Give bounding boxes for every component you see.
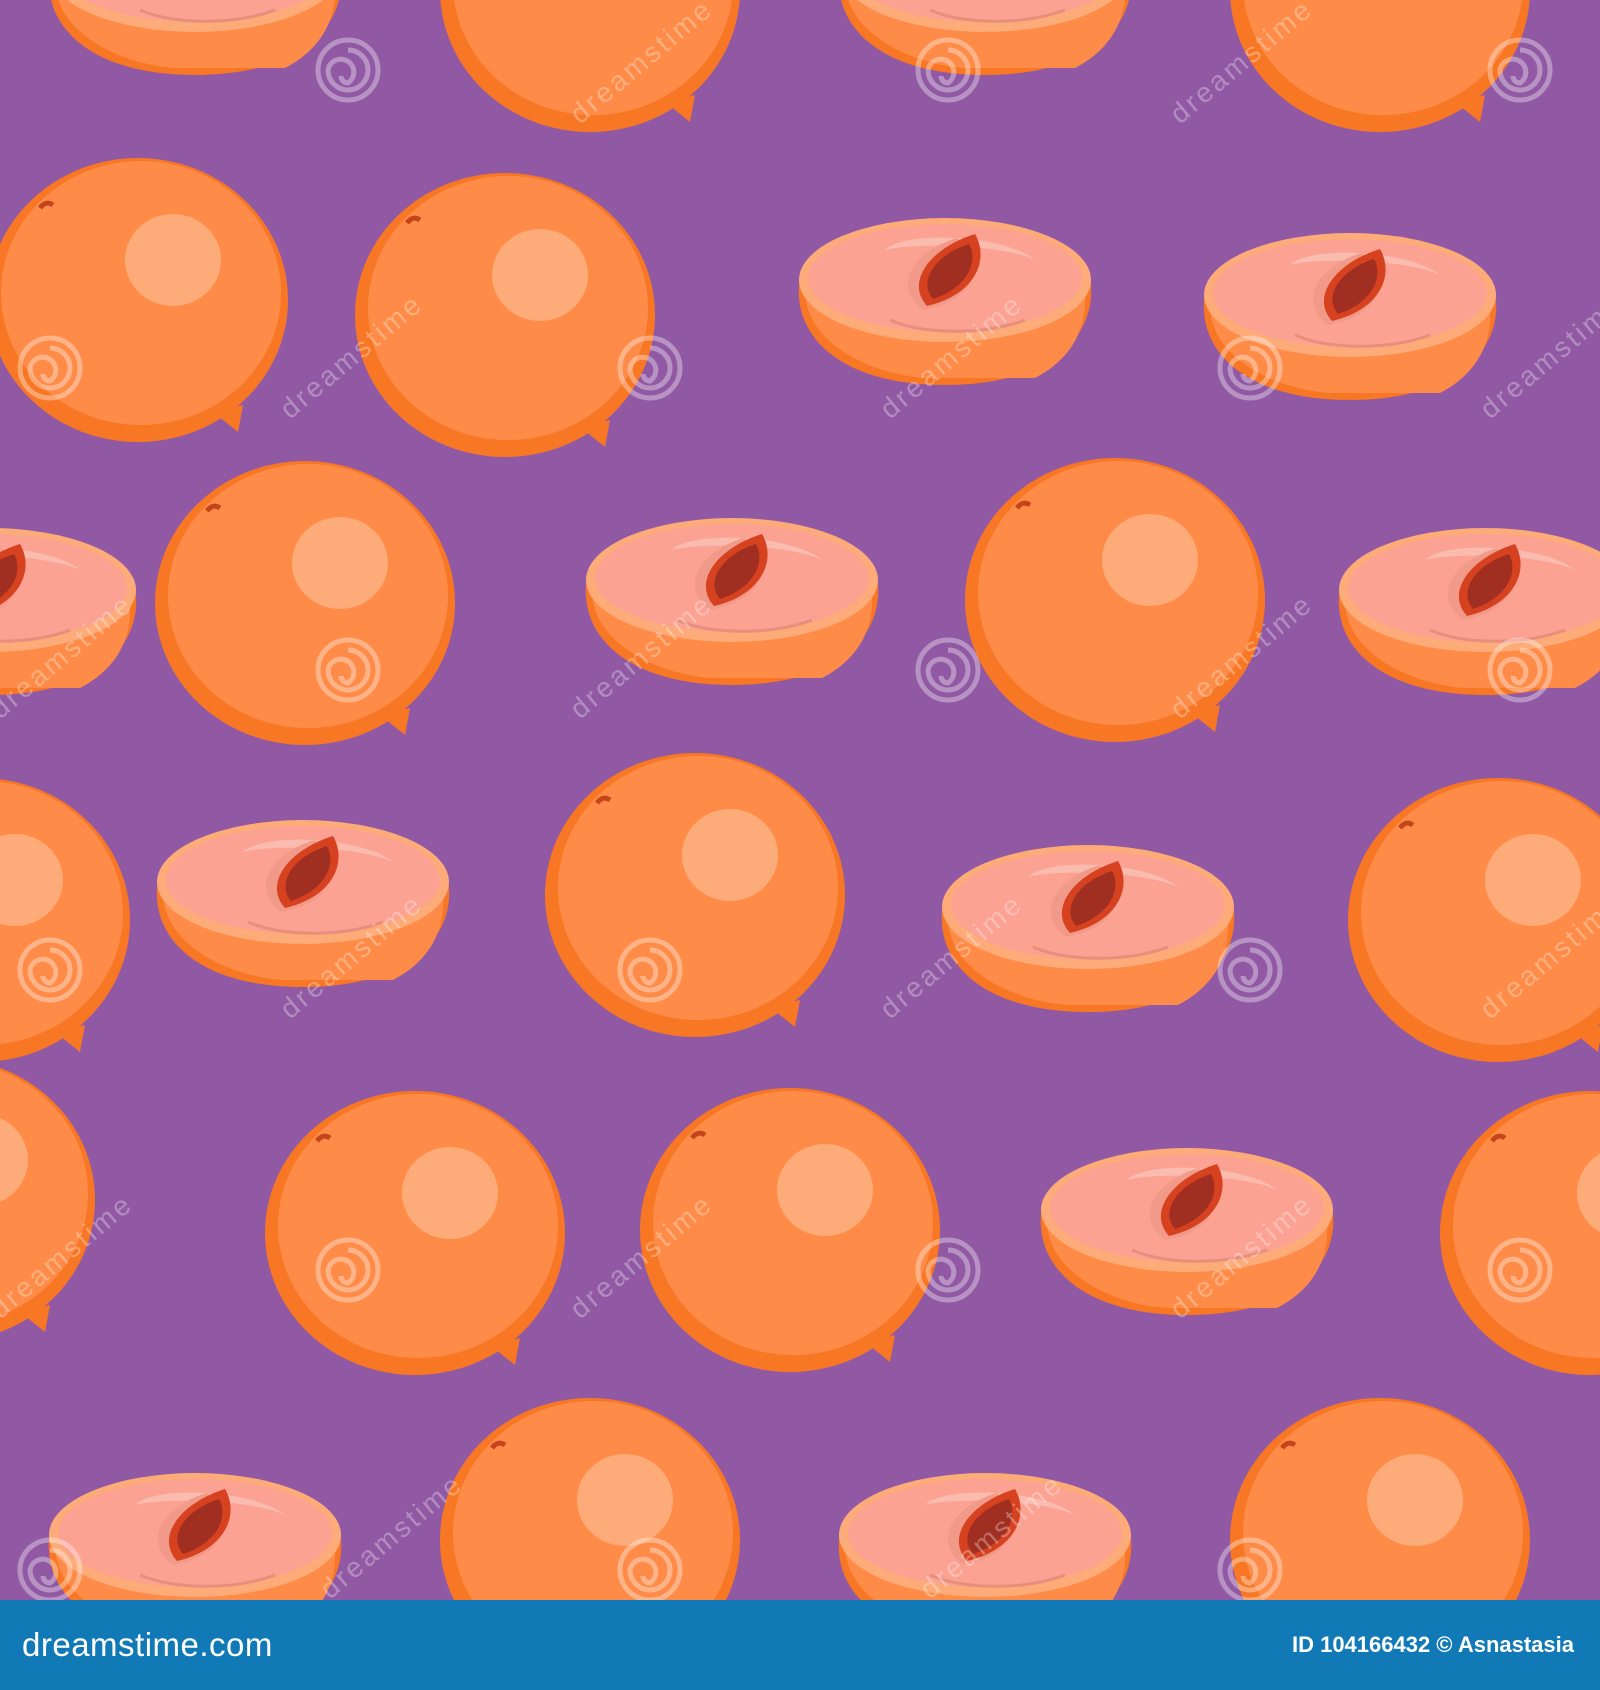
whole-orange-fruit-icon	[265, 1091, 565, 1375]
halved-fruit-with-seed-icon	[47, 1471, 343, 1600]
site-name: dreamstime.com	[22, 1626, 273, 1663]
whole-orange-fruit-icon	[155, 461, 455, 745]
fruit-pattern: .bg{fill:#9159a4} .sk-main{fill:#fe8c48}…	[0, 0, 1600, 1600]
whole-orange-fruit-icon	[965, 458, 1265, 742]
whole-orange-fruit-icon	[545, 753, 845, 1037]
image-credit: ID 104166432 © Asnastasia	[1291, 1632, 1574, 1657]
stock-image: .bg{fill:#9159a4} .sk-main{fill:#fe8c48}…	[0, 0, 1600, 1690]
halved-fruit-with-seed-icon	[1202, 231, 1498, 402]
footer-bar: dreamstime.com ID 104166432 © Asnastasia	[0, 1600, 1600, 1690]
